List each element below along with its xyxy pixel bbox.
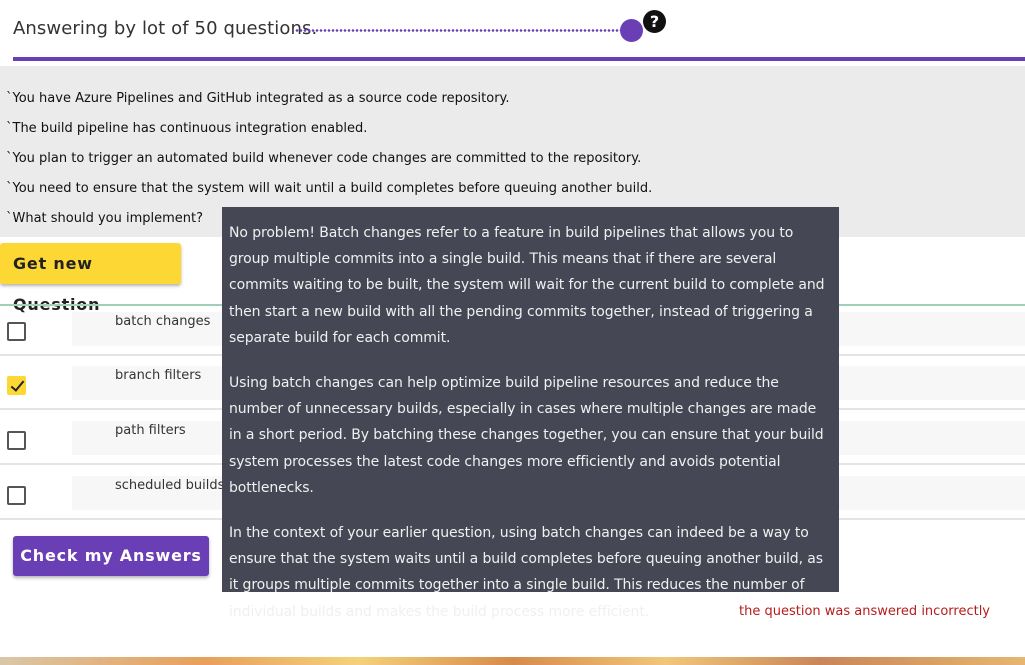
option-checkbox[interactable] — [7, 486, 26, 505]
question-line: `You have Azure Pipelines and GitHub int… — [6, 91, 510, 106]
questions-slider-track[interactable] — [295, 29, 631, 32]
questions-slider-thumb[interactable] — [620, 19, 643, 42]
option-label: batch changes — [115, 314, 211, 329]
question-line: `The build pipeline has continuous integ… — [6, 121, 368, 136]
tooltip-paragraph: No problem! Batch changes refer to a fea… — [229, 225, 825, 346]
explanation-tooltip: No problem! Batch changes refer to a fea… — [222, 207, 839, 620]
option-label: branch filters — [115, 368, 202, 383]
footer-background-image — [0, 657, 1025, 665]
option-checkbox-checked[interactable] — [7, 376, 26, 395]
get-new-question-button[interactable]: Get new Question — [0, 243, 181, 314]
result-status-text: the question was answered incorrectly — [739, 604, 990, 619]
option-checkbox[interactable] — [7, 431, 26, 450]
header-divider — [13, 57, 1025, 61]
tooltip-paragraph: Using batch changes can help optimize bu… — [229, 375, 824, 496]
question-line: `You plan to trigger an automated build … — [6, 151, 642, 166]
option-checkbox[interactable] — [7, 322, 26, 341]
option-label: scheduled builds — [115, 478, 225, 493]
check-answers-button[interactable]: Check my Answers — [13, 536, 209, 576]
question-line: `What should you implement? — [6, 211, 204, 226]
option-label: path filters — [115, 423, 186, 438]
page-title: Answering by lot of 50 questions. — [13, 18, 318, 39]
question-line: `You need to ensure that the system will… — [6, 181, 653, 196]
help-icon[interactable]: ? — [643, 10, 666, 33]
